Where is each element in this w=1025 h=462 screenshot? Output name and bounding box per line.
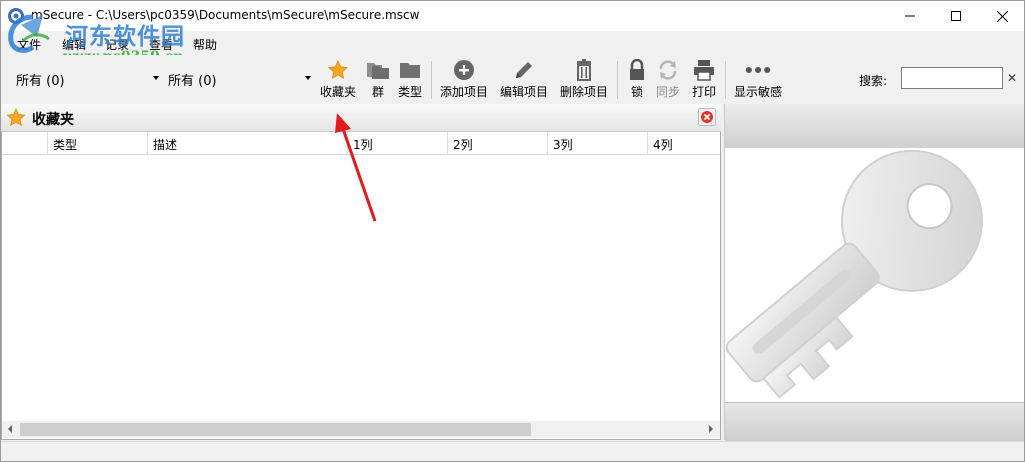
status-bar bbox=[1, 441, 1024, 461]
column-header-label: 4列 bbox=[653, 138, 673, 152]
close-button[interactable] bbox=[979, 1, 1024, 31]
column-header-type[interactable]: 类型 bbox=[48, 132, 148, 154]
group-label: 群 bbox=[371, 85, 384, 99]
menu-help[interactable]: 帮助 bbox=[193, 36, 217, 53]
detail-panel bbox=[724, 104, 1024, 441]
search-clear-icon[interactable]: ✕ bbox=[1007, 71, 1017, 85]
chevron-down-icon bbox=[305, 76, 311, 80]
column-header-label: 2列 bbox=[453, 138, 473, 152]
toolbar: 所有 (0) 所有 (0) 收藏夹 群 类型 添加项目 编辑项目 删除项目 锁 … bbox=[1, 55, 1024, 103]
printer-icon bbox=[694, 60, 714, 81]
group-button[interactable]: 群 bbox=[365, 59, 391, 101]
panel-title: 收藏夹 bbox=[32, 112, 74, 128]
type-label: 类型 bbox=[397, 85, 422, 99]
close-icon bbox=[996, 10, 1008, 22]
column-header-col4[interactable]: 4列 bbox=[648, 132, 720, 154]
toolbar-separator bbox=[617, 61, 618, 99]
print-button[interactable]: 打印 bbox=[691, 59, 717, 101]
close-panel-icon[interactable] bbox=[698, 108, 716, 126]
favorites-button[interactable]: 收藏夹 bbox=[320, 59, 356, 101]
search-input[interactable] bbox=[901, 67, 1003, 89]
toolbar-separator bbox=[725, 61, 726, 99]
column-header-select[interactable] bbox=[2, 132, 48, 154]
folders-icon bbox=[367, 63, 389, 79]
horizontal-scrollbar[interactable] bbox=[2, 421, 720, 438]
search-label: 搜索: bbox=[859, 74, 888, 88]
detail-panel-bottom bbox=[725, 402, 1024, 441]
filter-combo-2[interactable]: 所有 (0) bbox=[165, 67, 315, 89]
folder-icon bbox=[400, 63, 420, 78]
column-header-col2[interactable]: 2列 bbox=[448, 132, 548, 154]
app-window: mSecure - C:\Users\pc0359\Documents\mSec… bbox=[0, 0, 1025, 462]
edit-item-label: 编辑项目 bbox=[500, 85, 549, 99]
scroll-left-icon[interactable] bbox=[8, 425, 12, 433]
sync-icon bbox=[659, 60, 677, 80]
print-label: 打印 bbox=[691, 85, 716, 99]
scrollbar-thumb[interactable] bbox=[20, 423, 531, 436]
filter-combo-1[interactable]: 所有 (0) bbox=[13, 67, 163, 89]
favorites-label: 收藏夹 bbox=[320, 85, 357, 99]
maximize-icon bbox=[951, 11, 961, 21]
pencil-icon bbox=[516, 62, 532, 78]
lock-icon bbox=[630, 59, 644, 80]
filter-combo-1-value: 所有 (0) bbox=[16, 74, 65, 89]
edit-item-button[interactable]: 编辑项目 bbox=[500, 59, 548, 101]
trash-icon bbox=[577, 59, 591, 81]
key-icon bbox=[725, 149, 983, 399]
add-item-button[interactable]: 添加项目 bbox=[440, 59, 488, 101]
lock-label: 锁 bbox=[630, 85, 643, 99]
column-header-col3[interactable]: 3列 bbox=[548, 132, 648, 154]
show-sensitive-label: 显示敏感 bbox=[734, 85, 783, 99]
scroll-right-icon[interactable] bbox=[709, 425, 713, 433]
maximize-button[interactable] bbox=[933, 1, 979, 31]
column-header-label: 描述 bbox=[153, 138, 178, 152]
toolbar-separator bbox=[431, 61, 432, 99]
filter-combo-2-value: 所有 (0) bbox=[168, 74, 217, 89]
watermark-logo bbox=[8, 14, 50, 53]
detail-panel-top bbox=[725, 104, 1024, 148]
star-icon bbox=[6, 107, 26, 127]
show-sensitive-button[interactable]: 显示敏感 bbox=[734, 59, 782, 101]
watermark-site-name: 河东软件园 bbox=[65, 23, 185, 50]
column-header-description[interactable]: 描述 bbox=[148, 132, 348, 154]
column-header-label: 类型 bbox=[53, 138, 78, 152]
lock-button[interactable]: 锁 bbox=[624, 59, 650, 101]
plus-circle-icon bbox=[454, 60, 474, 80]
minimize-button[interactable] bbox=[887, 1, 933, 31]
add-item-label: 添加项目 bbox=[440, 85, 489, 99]
column-header-label: 3列 bbox=[553, 138, 573, 152]
star-icon bbox=[327, 59, 349, 80]
more-dots-icon bbox=[745, 66, 771, 74]
sync-button[interactable]: 同步 bbox=[655, 59, 681, 101]
chevron-down-icon bbox=[153, 76, 159, 80]
delete-item-button[interactable]: 删除项目 bbox=[560, 59, 608, 101]
minimize-icon bbox=[905, 15, 915, 17]
type-button[interactable]: 类型 bbox=[397, 59, 423, 101]
sync-label: 同步 bbox=[655, 85, 680, 99]
annotation-arrow bbox=[335, 113, 377, 222]
delete-item-label: 删除项目 bbox=[560, 85, 609, 99]
